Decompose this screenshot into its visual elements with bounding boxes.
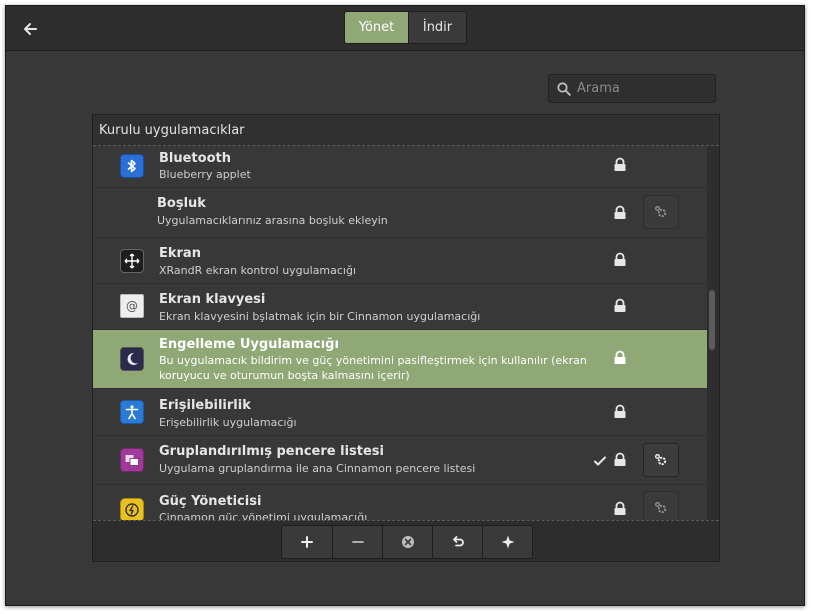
lock-icon [614, 350, 626, 364]
applet-desc: Erişebilirlik uygulamacığı [159, 416, 297, 429]
applet-toolbar [93, 520, 719, 561]
keyboard-icon: @ [120, 294, 144, 318]
window-list-icon [120, 448, 144, 472]
installed-applets-panel: Kurulu uygulamacıklar Bluetooth Blueberr… [92, 114, 720, 562]
applet-name: Engelleme Uygulamacığı [159, 337, 339, 352]
applet-row-spacer[interactable]: Boşluk Uygulamacıklarınız arasına boşluk… [93, 188, 707, 238]
lock-icon [614, 298, 626, 312]
applet-desc: Cinnamon güç yönetimi uygulamacığı [159, 511, 368, 520]
gear-icon [655, 454, 667, 466]
display-icon [120, 249, 144, 273]
tab-download[interactable]: İndir [408, 12, 466, 43]
applet-row-accessibility[interactable]: Erişilebilirlik Erişebilirlik uygulamacı… [93, 389, 707, 436]
header-bar: Yönet İndir [6, 6, 804, 51]
applet-desc: Blueberry applet [159, 168, 251, 181]
lock-icon [614, 501, 626, 515]
uninstall-icon [401, 536, 414, 548]
applet-row-inhibit[interactable]: Engelleme Uygulamacığı Bu uygulamacık bi… [93, 330, 707, 389]
lock-icon [614, 252, 626, 266]
restore-button[interactable] [432, 526, 482, 558]
applet-desc: Ekran klavyesini bşlatmak için bir Cinna… [159, 310, 481, 323]
search-input[interactable]: Arama [548, 74, 716, 103]
back-arrow-icon [24, 23, 37, 35]
applet-list: Bluetooth Blueberry applet Boşluk Uygula… [93, 146, 707, 520]
applet-row-bluetooth[interactable]: Bluetooth Blueberry applet [93, 146, 707, 188]
moon-icon [120, 347, 144, 371]
uninstall-button[interactable] [382, 526, 432, 558]
applet-name: Boşluk [157, 196, 206, 211]
applet-row-grouped-window-list[interactable]: Gruplandırılmış pencere listesi Uygulama… [93, 436, 707, 485]
applet-name: Ekran [159, 246, 201, 261]
applet-name: Erişilebilirlik [159, 398, 251, 413]
applet-desc: Uygulama gruplandırma ile ana Cinnamon p… [159, 462, 476, 475]
add-button[interactable] [282, 526, 332, 558]
view-switcher: Yönet İndir [344, 11, 467, 44]
configure-button[interactable] [643, 195, 679, 229]
applet-row-power-manager[interactable]: Güç Yöneticisi Cinnamon güç yönetimi uyg… [93, 485, 707, 520]
list-scrollbar[interactable] [709, 290, 715, 350]
applet-name: Gruplandırılmış pencere listesi [159, 444, 385, 459]
applet-row-onscreen-keyboard[interactable]: @ Ekran klavyesi Ekran klavyesini bşlatm… [93, 284, 707, 330]
remove-button[interactable] [332, 526, 382, 558]
remove-icon [351, 541, 364, 543]
bluetooth-icon [120, 154, 144, 178]
search-placeholder: Arama [577, 81, 620, 96]
back-button[interactable] [16, 15, 44, 43]
applet-name: Güç Yöneticisi [159, 494, 262, 509]
power-icon [120, 498, 144, 520]
applet-desc: Bu uygulamacık bildirim ve güç yönetimin… [159, 354, 587, 382]
lock-icon [614, 404, 626, 418]
applet-desc: XRandR ekran kontrol uygulamacığı [159, 264, 357, 277]
check-icon [594, 456, 606, 466]
accessibility-icon [120, 400, 144, 424]
gear-icon [655, 206, 667, 218]
tab-manage[interactable]: Yönet [345, 12, 408, 43]
search-icon [557, 81, 571, 96]
configure-button[interactable] [643, 491, 679, 520]
applet-name: Ekran klavyesi [159, 292, 266, 307]
applet-desc: Uygulamacıklarınız arasına boşluk ekleyi… [157, 214, 388, 227]
restore-icon [452, 536, 464, 547]
more-icon [501, 535, 514, 549]
applet-name: Bluetooth [159, 151, 231, 166]
lock-icon [614, 157, 626, 171]
add-icon [301, 536, 313, 548]
lock-icon [614, 452, 626, 466]
more-applets-button[interactable] [482, 526, 532, 558]
applet-row-display[interactable]: Ekran XRandR ekran kontrol uygulamacığı [93, 238, 707, 284]
configure-button[interactable] [643, 443, 679, 477]
gear-icon [655, 502, 667, 514]
applets-window: Yönet İndir Arama Kurulu uygulamacıklar … [5, 5, 805, 606]
panel-title: Kurulu uygulamacıklar [93, 115, 719, 146]
lock-icon [614, 205, 626, 219]
toolbar-buttons [281, 525, 533, 559]
